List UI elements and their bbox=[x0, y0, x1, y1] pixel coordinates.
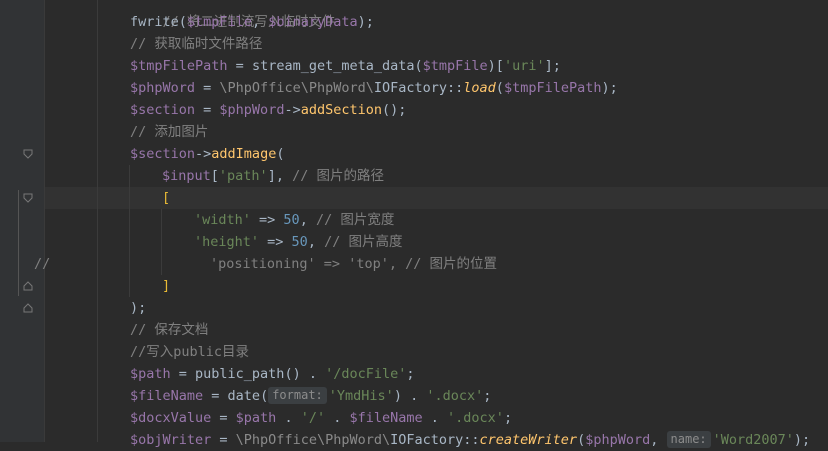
variable: $input bbox=[162, 168, 211, 184]
comment: // 添加图片 bbox=[130, 124, 209, 140]
string: '/' bbox=[300, 410, 326, 426]
string: 'path' bbox=[218, 168, 268, 184]
line-comment-prefix: // bbox=[34, 256, 51, 272]
string: '/docFile' bbox=[325, 366, 407, 382]
comment: // 获取临时文件路径 bbox=[130, 36, 263, 52]
comment: // 图片的位置 bbox=[405, 256, 497, 272]
indent-guide bbox=[129, 165, 130, 297]
string: 'width' bbox=[194, 212, 251, 228]
number: 50 bbox=[291, 234, 308, 250]
variable: $fileName bbox=[349, 410, 423, 426]
method-name: addImage bbox=[211, 146, 277, 162]
code-line: 'height' => 50, // 图片高度 bbox=[194, 234, 403, 250]
comment: // 图片宽度 bbox=[315, 212, 395, 228]
code-line: //'positioning' => 'top', // 图片的位置 bbox=[0, 253, 828, 275]
variable: $phpWord bbox=[219, 102, 285, 118]
fold-open-icon[interactable] bbox=[23, 193, 33, 203]
variable: $objWriter bbox=[130, 432, 212, 448]
variable: $tmpFilePath bbox=[130, 58, 228, 74]
code-line: // 获取临时文件路径 bbox=[130, 33, 262, 55]
bracket-highlight: [ bbox=[162, 190, 171, 206]
comment: //写入public目录 bbox=[130, 344, 250, 360]
comment: // 图片高度 bbox=[324, 234, 403, 250]
code-line: // 保存文档 bbox=[130, 319, 208, 341]
code-line: // 添加图片 bbox=[130, 121, 208, 143]
variable: $phpWord bbox=[585, 432, 651, 448]
code-line: 'width' => 50, // 图片宽度 bbox=[194, 212, 395, 228]
code-line: $section->addImage( bbox=[130, 146, 285, 162]
string: 'YmdHis' bbox=[328, 388, 394, 404]
code-line: fwrite($tmpFile, $binaryData); bbox=[130, 14, 374, 30]
code-line: ] bbox=[162, 275, 170, 297]
code-line: $section = $phpWord->addSection(); bbox=[130, 102, 407, 118]
variable: $binaryData bbox=[268, 14, 358, 30]
fold-open-icon[interactable] bbox=[23, 149, 33, 159]
function-name: stream_get_meta_data bbox=[251, 58, 415, 74]
variable: $tmpFile bbox=[186, 14, 252, 30]
variable: $tmpFilePath bbox=[503, 80, 602, 96]
variable: $phpWord bbox=[130, 80, 196, 96]
code-line: $docxValue = $path . '/' . $fileName . '… bbox=[130, 410, 513, 426]
bracket-highlight: ] bbox=[162, 278, 171, 294]
number: 50 bbox=[283, 212, 300, 228]
variable: $path bbox=[130, 366, 171, 382]
variable: $fileName bbox=[130, 388, 204, 404]
function-name: date bbox=[227, 388, 261, 404]
code-line: $phpWord = \PhpOffice\PhpWord\IOFactory:… bbox=[130, 80, 618, 96]
string: '.docx' bbox=[426, 388, 484, 404]
string: 'uri' bbox=[503, 58, 545, 74]
class-name: IOFactory bbox=[390, 432, 464, 448]
bracket-scope-guide bbox=[18, 190, 19, 296]
gutter-separator bbox=[44, 0, 45, 442]
variable: $path bbox=[235, 410, 277, 426]
code-line: //写入public目录 bbox=[130, 341, 249, 363]
variable: $docxValue bbox=[130, 410, 212, 426]
code-line: ); bbox=[130, 297, 146, 319]
code-line: [ bbox=[162, 187, 170, 209]
editor-gutter bbox=[0, 0, 44, 442]
fold-close-icon[interactable] bbox=[23, 303, 33, 313]
string: 'height' bbox=[194, 234, 260, 250]
method-name: addSection bbox=[300, 102, 382, 118]
indent-guide bbox=[97, 0, 98, 442]
code-line: $fileName = date(format: 'YmdHis') . '.do… bbox=[130, 387, 492, 404]
variable: $tmpFile bbox=[422, 58, 488, 74]
parameter-hint: format: bbox=[268, 387, 327, 404]
namespace: \PhpOffice\PhpWord\ bbox=[235, 432, 391, 448]
fold-close-icon[interactable] bbox=[23, 281, 33, 291]
string: 'Word2007' bbox=[712, 432, 794, 448]
variable: $section bbox=[130, 146, 196, 162]
namespace: \PhpOffice\PhpWord\ bbox=[219, 80, 374, 96]
comment: // 保存文档 bbox=[130, 322, 209, 338]
function-name: public_path bbox=[195, 366, 285, 382]
string: '.docx' bbox=[447, 410, 504, 426]
class-name: IOFactory bbox=[373, 80, 448, 96]
comment: 'positioning' bbox=[210, 256, 316, 272]
punctuation: ); bbox=[130, 300, 147, 316]
code-line: $tmpFilePath = stream_get_meta_data($tmp… bbox=[130, 58, 561, 74]
code-line: $input['path'], // 图片的路径 bbox=[162, 168, 384, 184]
method-name: load bbox=[463, 80, 496, 96]
variable: $section bbox=[130, 102, 196, 118]
comment: // 图片的路径 bbox=[292, 168, 384, 184]
method-name: createWriter bbox=[479, 432, 578, 448]
comment: 'top' bbox=[348, 256, 389, 272]
code-line: $path = public_path() . '/docFile'; bbox=[130, 366, 415, 382]
code-line: // 将二进制流写入临时文件 bbox=[130, 0, 336, 30]
parameter-hint: name: bbox=[666, 431, 711, 448]
function-name: fwrite bbox=[130, 14, 179, 30]
code-line: $objWriter = \PhpOffice\PhpWord\IOFactor… bbox=[130, 431, 811, 448]
